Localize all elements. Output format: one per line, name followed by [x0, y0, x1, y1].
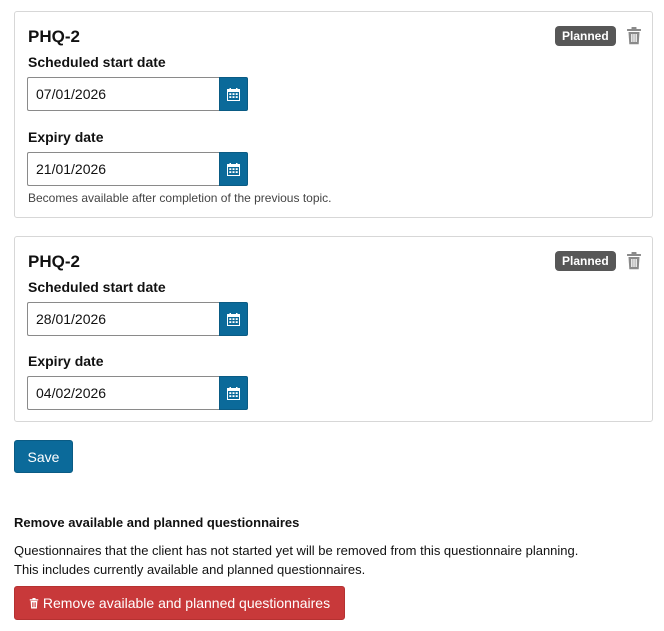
start-date-label: Scheduled start date — [28, 279, 166, 295]
description-line: Questionnaires that the client has not s… — [14, 543, 579, 558]
card-title: PHQ-2 — [28, 27, 80, 46]
start-date-input[interactable] — [27, 302, 219, 336]
expiry-date-group — [27, 152, 248, 186]
calendar-button[interactable] — [219, 302, 248, 336]
remove-button-label: Remove available and planned questionnai… — [42, 595, 331, 611]
trash-icon[interactable] — [626, 252, 642, 270]
calendar-button[interactable] — [219, 152, 248, 186]
expiry-date-input[interactable] — [27, 376, 219, 410]
expiry-date-group — [27, 376, 248, 410]
status-badge: Planned — [555, 251, 616, 271]
calendar-icon — [227, 386, 240, 400]
start-date-input[interactable] — [27, 77, 219, 111]
help-text: Becomes available after completion of th… — [28, 191, 332, 205]
expiry-date-input[interactable] — [27, 152, 219, 186]
calendar-icon — [227, 312, 240, 326]
start-date-group — [27, 302, 248, 336]
calendar-button[interactable] — [219, 77, 248, 111]
expiry-date-label: Expiry date — [28, 129, 104, 145]
trash-icon[interactable] — [626, 27, 642, 45]
remove-questionnaires-button[interactable]: Remove available and planned questionnai… — [14, 586, 345, 620]
trash-icon — [29, 597, 39, 609]
calendar-icon — [227, 87, 240, 101]
start-date-group — [27, 77, 248, 111]
remove-section-description: Questionnaires that the client has not s… — [14, 541, 654, 579]
remove-section-title: Remove available and planned questionnai… — [14, 515, 300, 530]
save-button[interactable]: Save — [14, 440, 73, 473]
questionnaire-card: PHQ-2 Planned Scheduled start date Expir… — [14, 236, 653, 422]
calendar-icon — [227, 162, 240, 176]
questionnaire-card: PHQ-2 Planned Scheduled start date Expir… — [14, 11, 653, 218]
calendar-button[interactable] — [219, 376, 248, 410]
status-badge: Planned — [555, 26, 616, 46]
card-title: PHQ-2 — [28, 252, 80, 271]
start-date-label: Scheduled start date — [28, 54, 166, 70]
description-line: This includes currently available and pl… — [14, 562, 366, 577]
expiry-date-label: Expiry date — [28, 353, 104, 369]
